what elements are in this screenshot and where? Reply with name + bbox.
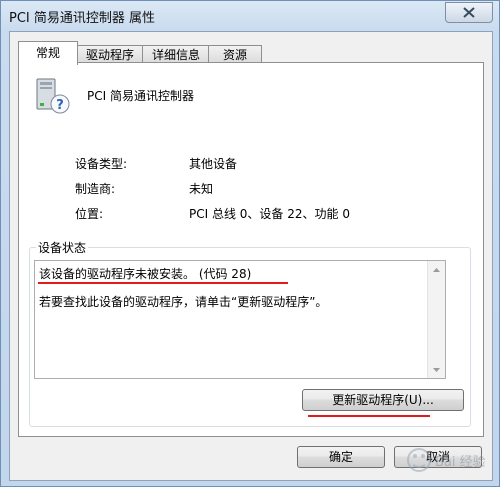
scroll-down-button[interactable] bbox=[428, 361, 445, 378]
tab-panel-general: ? PCI 简易通讯控制器 设备类型: 其他设备 制造商: 未知 位置: PCI… bbox=[18, 62, 484, 437]
window-title: PCI 简易通讯控制器 属性 bbox=[9, 11, 156, 26]
device-type-label: 设备类型: bbox=[75, 157, 128, 171]
device-status-group: 设备状态 该设备的驱动程序未被安装。 (代码 28) 若要查找此设备的驱动程序，… bbox=[29, 239, 471, 427]
scroll-down-icon bbox=[433, 367, 440, 372]
title-bar[interactable]: PCI 简易通讯控制器 属性 bbox=[1, 1, 499, 31]
svg-text:?: ? bbox=[56, 98, 64, 113]
device-status-label: 设备状态 bbox=[36, 239, 89, 256]
vertical-scrollbar[interactable] bbox=[427, 261, 445, 378]
status-message: 该设备的驱动程序未被安装。 (代码 28) bbox=[39, 267, 252, 281]
annotation-underline bbox=[38, 282, 288, 284]
scroll-up-button[interactable] bbox=[428, 261, 445, 278]
location-value: PCI 总线 0、设备 22、功能 0 bbox=[189, 207, 350, 221]
status-hint: 若要查找此设备的驱动程序，请单击“更新驱动程序”。 bbox=[39, 295, 328, 309]
device-type-value: 其他设备 bbox=[189, 157, 238, 171]
manufacturer-value: 未知 bbox=[189, 182, 214, 196]
unknown-device-icon: ? bbox=[36, 78, 70, 114]
properties-dialog: PCI 简易通讯控制器 属性 常规 驱动程序 详细信息 资源 ? PCI 简易通… bbox=[0, 0, 500, 487]
scroll-up-icon bbox=[433, 267, 440, 272]
manufacturer-label: 制造商: bbox=[75, 182, 116, 196]
baidu-jingyan-watermark: Bai 经验 bbox=[407, 448, 486, 472]
update-driver-button[interactable]: 更新驱动程序(U)... bbox=[302, 389, 464, 411]
location-label: 位置: bbox=[75, 207, 104, 221]
watermark-text: Bai 经验 bbox=[435, 454, 486, 470]
tab-general[interactable]: 常规 bbox=[18, 41, 78, 65]
ok-button[interactable]: 确定 bbox=[297, 446, 385, 468]
close-icon bbox=[463, 7, 475, 18]
dialog-body: 常规 驱动程序 详细信息 资源 ? PCI 简易通讯控制器 设备类型: 其他设备… bbox=[9, 31, 493, 481]
status-text-box[interactable]: 该设备的驱动程序未被安装。 (代码 28) 若要查找此设备的驱动程序，请单击“更… bbox=[34, 260, 446, 379]
device-name: PCI 简易通讯控制器 bbox=[87, 89, 194, 103]
annotation-underline bbox=[308, 415, 430, 417]
close-button[interactable] bbox=[445, 2, 493, 23]
